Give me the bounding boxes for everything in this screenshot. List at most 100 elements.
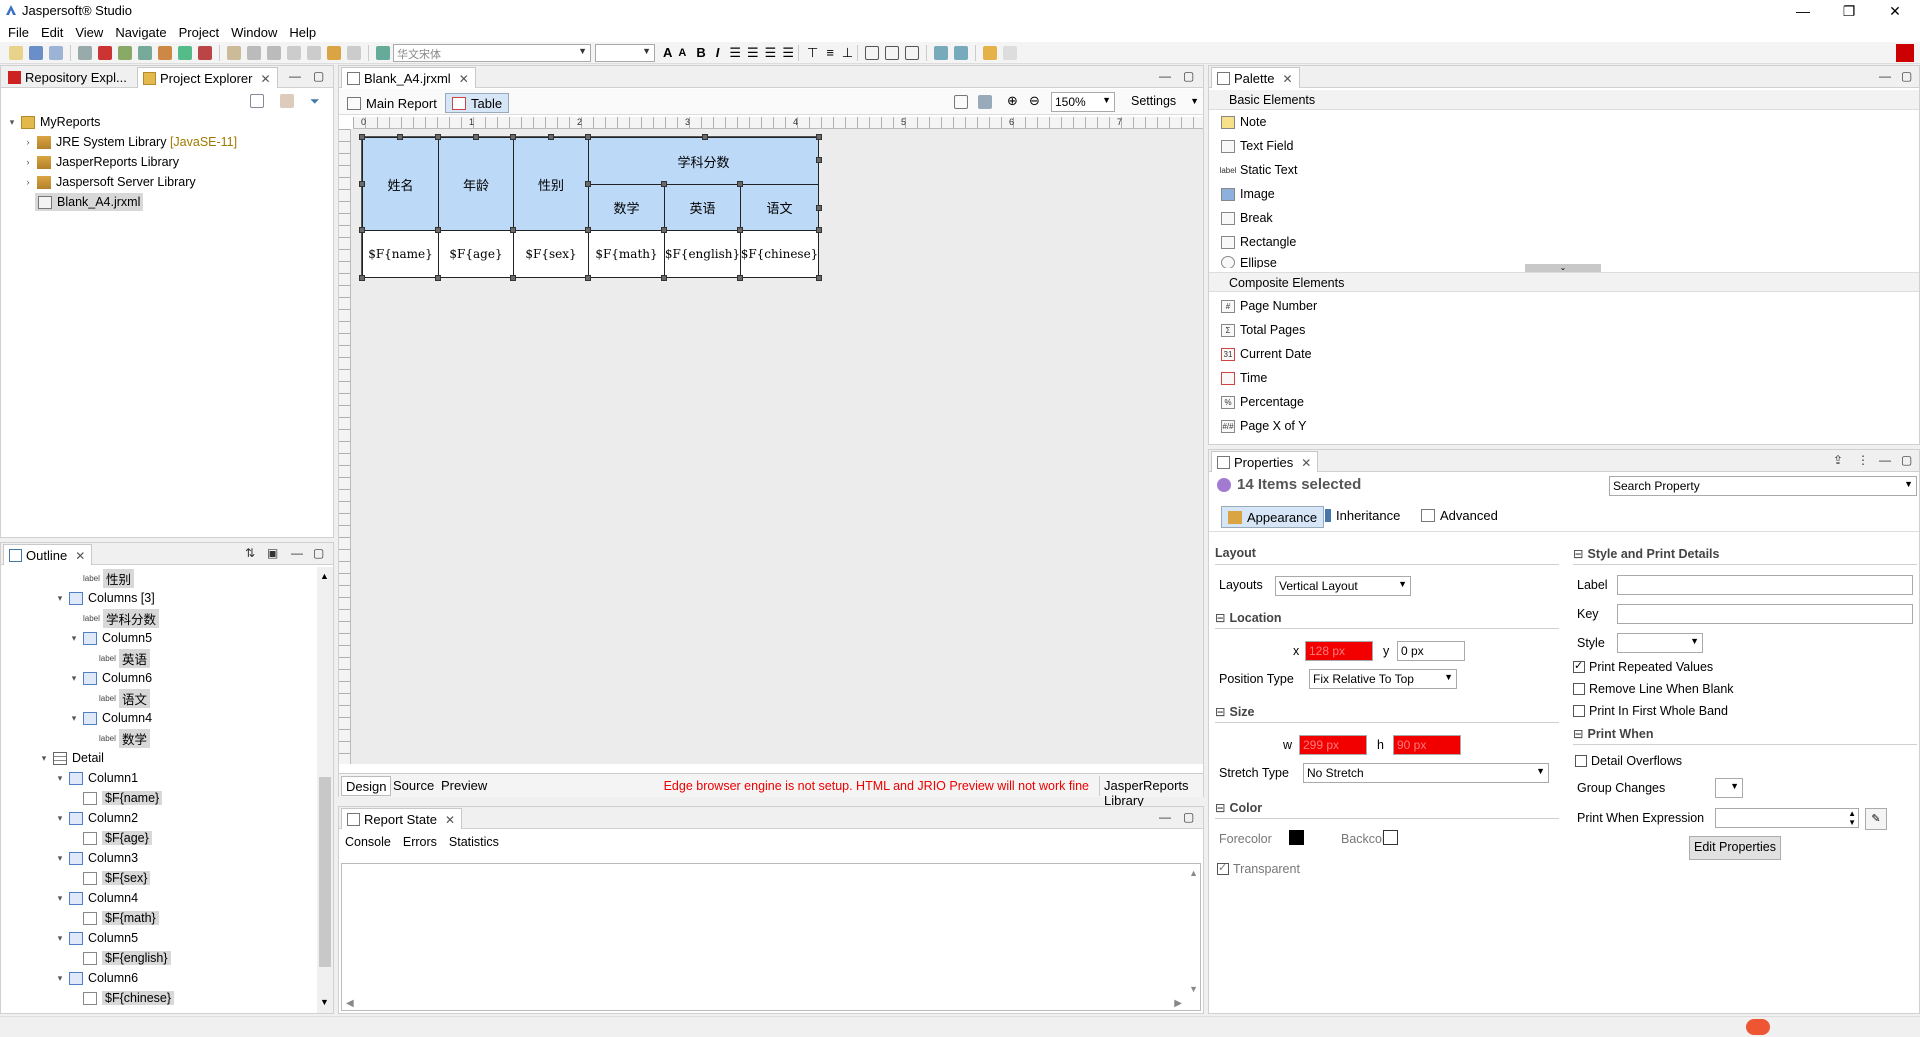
redo-icon[interactable] (307, 45, 321, 60)
outline-field-name[interactable]: $F{name} (83, 789, 163, 807)
palette-percentage[interactable]: % Percentage (1221, 392, 1304, 412)
outline-field-sex[interactable]: $F{sex} (83, 869, 151, 887)
size-both-icon[interactable] (905, 45, 920, 60)
detail-cell-age[interactable]: $F{age} (438, 230, 514, 278)
font-grow-icon[interactable]: A (663, 45, 672, 60)
minimize-icon[interactable]: — (1159, 810, 1171, 824)
palette-text-field[interactable]: Text Field (1221, 136, 1294, 156)
palette-total-pages[interactable]: Σ Total Pages (1221, 320, 1305, 340)
undo-icon[interactable] (287, 45, 301, 60)
forecolor-swatch[interactable] (1289, 830, 1304, 845)
maximize-icon[interactable]: ▢ (1901, 453, 1912, 467)
outline-label-chinese[interactable]: label 语文 (99, 688, 151, 708)
align-justify-icon[interactable]: ☰ (782, 45, 794, 61)
tab-repository-explorer[interactable]: Repository Expl... (3, 67, 133, 88)
tab-errors[interactable]: Errors (403, 835, 437, 849)
selection-handle[interactable] (397, 134, 403, 140)
selection-handle[interactable] (585, 134, 591, 140)
outline-detail-band[interactable]: ▾ Detail (39, 749, 104, 767)
print-icon[interactable] (78, 45, 92, 60)
border-right-icon[interactable] (954, 45, 969, 60)
link-editor-icon[interactable] (280, 94, 294, 108)
align-bottom-icon[interactable]: ⊥ (842, 45, 853, 61)
backcolor-swatch[interactable] (1383, 830, 1398, 845)
composite-elements-header[interactable]: Composite Elements (1209, 272, 1919, 292)
maximize-icon[interactable]: ▢ (313, 69, 324, 83)
perspective-icon[interactable] (1867, 45, 1881, 59)
menu-navigate[interactable]: Navigate (115, 25, 166, 40)
outline-field-math[interactable]: $F{math} (83, 909, 159, 927)
edit-properties-button[interactable]: Edit Properties (1689, 836, 1781, 860)
selection-handle[interactable] (548, 134, 554, 140)
sort-icon[interactable]: ⇅ (245, 546, 255, 560)
header-cell-english[interactable]: 英语 (664, 184, 741, 231)
selection-handle[interactable] (816, 275, 822, 281)
minimize-icon[interactable]: — (1159, 69, 1171, 83)
position-type-select[interactable]: Fix Relative To Top ▼ (1309, 669, 1457, 689)
menu-window[interactable]: Window (231, 25, 277, 40)
size-width-icon[interactable] (865, 45, 880, 60)
remove-line-checkbox[interactable]: Remove Line When Blank (1573, 682, 1734, 696)
palette-ellipse[interactable]: Ellipse (1221, 256, 1277, 268)
outline-field-english[interactable]: $F{english} (83, 949, 171, 967)
view-menu-icon[interactable]: ⋮ (1857, 453, 1869, 467)
header-cell-subject-scores[interactable]: 学科分数 (588, 137, 819, 185)
forward-icon[interactable] (347, 45, 361, 60)
minimize-icon[interactable]: — (291, 546, 303, 560)
search-property-input[interactable]: Search Property ▼ (1609, 476, 1917, 496)
palette-break[interactable]: Break (1221, 208, 1273, 228)
table-component[interactable]: 姓名 年龄 性别 学科分数 数学 英语 语文 $F{name} $F{age} … (359, 134, 822, 281)
transparent-checkbox[interactable]: Transparent (1217, 861, 1300, 876)
subtab-table[interactable]: Table (445, 93, 510, 113)
tree-item-server-lib[interactable]: › Jaspersoft Server Library (23, 173, 196, 191)
maximize-icon[interactable]: ▢ (1901, 69, 1912, 83)
jaspersoft-perspective-icon[interactable] (1896, 44, 1914, 62)
tab-report-state[interactable]: Report State ✕ (341, 808, 463, 829)
label-input[interactable] (1617, 575, 1913, 595)
selection-handle[interactable] (359, 134, 365, 140)
outline-detail-column5[interactable]: ▾ Column5 (55, 929, 138, 947)
menu-view[interactable]: View (75, 25, 103, 40)
close-icon[interactable]: ✕ (445, 813, 455, 827)
print-first-band-checkbox[interactable]: Print In First Whole Band (1573, 704, 1728, 718)
maximize-icon[interactable]: ▢ (1183, 69, 1194, 83)
next-annotation-icon[interactable] (247, 45, 261, 60)
console-area[interactable]: ▲ ▼ ◀ ▶ (341, 863, 1201, 1011)
header-cell-age[interactable]: 年龄 (438, 137, 514, 231)
palette-page-number[interactable]: # Page Number (1221, 296, 1317, 316)
tree-item-jasperreports-lib[interactable]: › JasperReports Library (23, 153, 179, 171)
selection-handle[interactable] (816, 205, 822, 211)
width-input[interactable]: 299 px (1299, 735, 1367, 755)
outline-detail-column2[interactable]: ▾ Column2 (55, 809, 138, 827)
outline-label-group[interactable]: label 学科分数 (83, 608, 160, 628)
selection-handle[interactable] (435, 134, 441, 140)
back-icon[interactable] (327, 45, 341, 60)
tab-appearance[interactable]: Appearance (1221, 506, 1325, 528)
detail-cell-name[interactable]: $F{name} (362, 230, 439, 278)
outline-label-math[interactable]: label 数学 (99, 728, 151, 748)
settings-dropdown[interactable]: Settings ▼ (1127, 92, 1201, 112)
tab-project-explorer[interactable]: Project Explorer ✕ (137, 67, 278, 88)
layout-icon[interactable] (954, 95, 968, 109)
collapse-all-icon[interactable] (250, 94, 264, 108)
outline-column6[interactable]: ▾ Column6 (69, 669, 152, 687)
datasource-icon[interactable] (178, 45, 192, 60)
x-input[interactable]: 128 px (1305, 641, 1373, 661)
outline-detail-column6[interactable]: ▾ Column6 (55, 969, 138, 987)
maximize-icon[interactable]: ▢ (1183, 810, 1194, 824)
close-icon[interactable]: ✕ (1301, 456, 1311, 470)
tab-palette[interactable]: Palette ✕ (1211, 67, 1300, 88)
palette-image[interactable]: Image (1221, 184, 1275, 204)
zoom-combo[interactable]: 150% ▼ (1051, 92, 1115, 112)
menu-help[interactable]: Help (289, 25, 316, 40)
header-cell-name[interactable]: 姓名 (362, 137, 439, 231)
expression-editor-icon[interactable]: ✎ (1865, 808, 1887, 830)
height-input[interactable]: 90 px (1393, 735, 1461, 755)
outline-detail-column3[interactable]: ▾ Column3 (55, 849, 138, 867)
close-icon[interactable]: ✕ (75, 549, 85, 563)
maximize-icon[interactable]: ▢ (313, 546, 324, 560)
report-canvas[interactable]: 姓名 年龄 性别 学科分数 数学 英语 语文 $F{name} $F{age} … (351, 129, 1203, 764)
align-left-icon[interactable]: ☰ (729, 45, 741, 61)
selection-handle[interactable] (510, 134, 516, 140)
tab-source[interactable]: Source (389, 776, 438, 796)
